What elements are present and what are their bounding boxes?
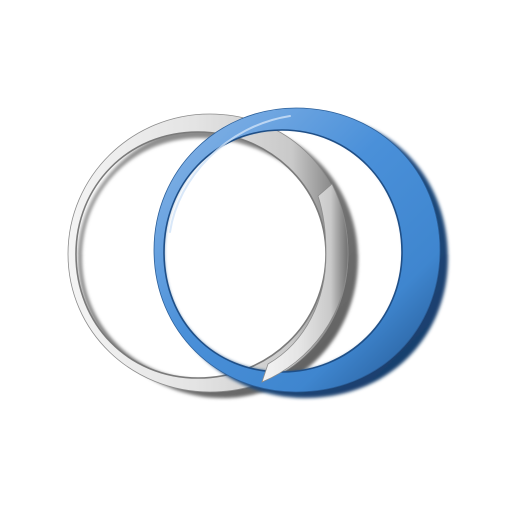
logo-canvas <box>0 0 512 512</box>
interlocking-rings-logo <box>67 107 448 398</box>
silver-ring-overlap-segment <box>261 183 349 383</box>
silver-ring-overlap <box>261 183 349 383</box>
